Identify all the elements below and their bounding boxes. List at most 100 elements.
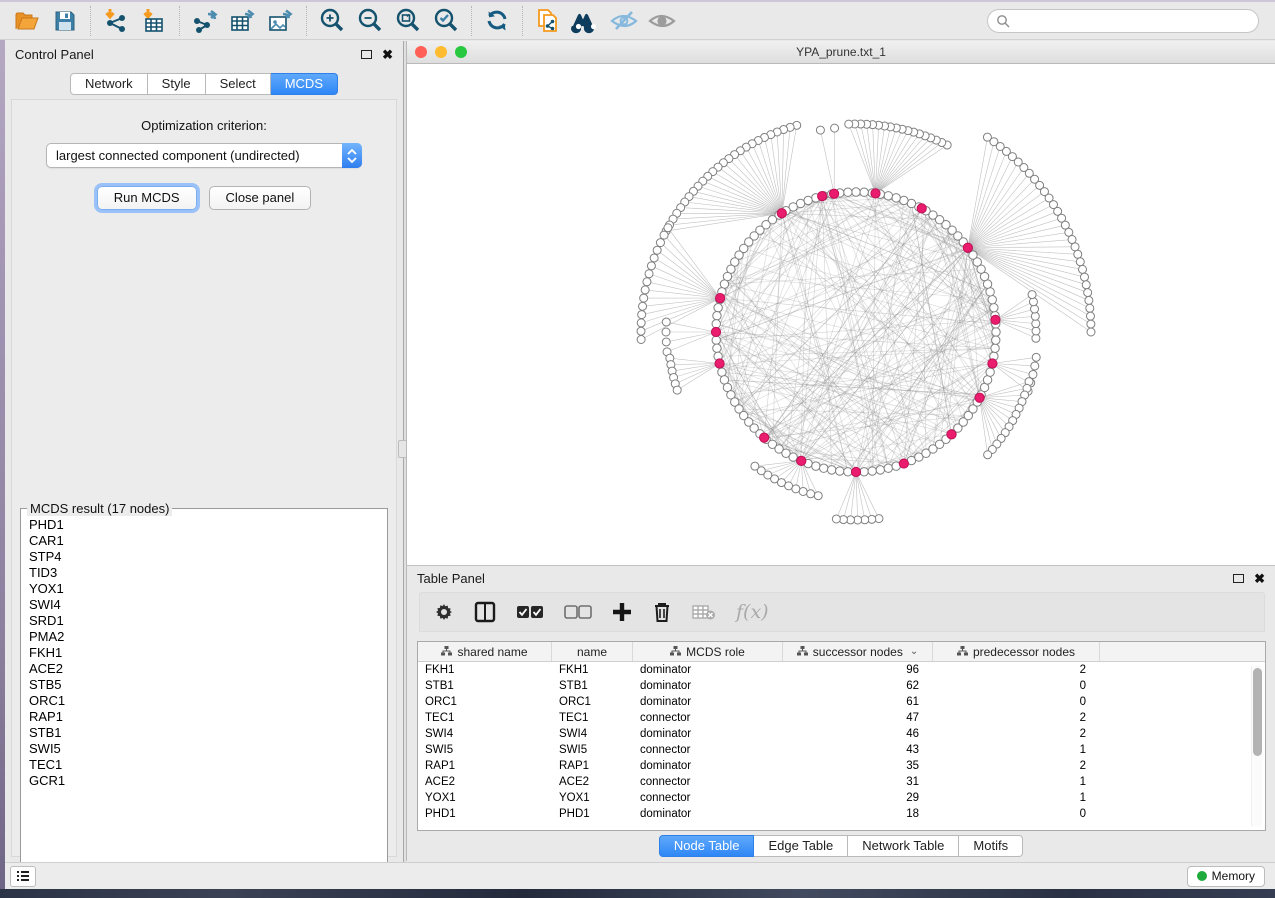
cell-name[interactable]: SWI4 [552,728,633,740]
table-row[interactable]: FKH1FKH1dominator962 [418,662,1265,678]
mcds-result-list[interactable]: PHD1CAR1STP4TID3YOX1SWI4SRD1PMA2FKH1ACE2… [29,517,383,875]
mcds-node[interactable] [988,359,997,368]
function-builder-icon[interactable]: f(x) [736,601,769,623]
tab-network[interactable]: Network [70,73,148,95]
table-row[interactable]: PHD1PHD1dominator180 [418,806,1265,822]
close-panel-icon[interactable]: ✖ [382,48,393,61]
refresh-icon[interactable] [478,5,516,37]
column-header-shared-name[interactable]: shared name [418,642,552,661]
graph-node[interactable] [884,464,892,472]
graph-node[interactable] [900,196,908,204]
graph-node[interactable] [1071,243,1079,251]
mcds-node[interactable] [963,243,972,252]
export-table-icon[interactable] [224,5,262,37]
mcds-result-item[interactable]: ACE2 [29,661,383,677]
deselect-checkboxes-icon[interactable] [564,605,592,619]
graph-node[interactable] [637,319,645,327]
gear-icon[interactable] [434,602,454,622]
cell-successor-nodes[interactable]: 18 [783,808,933,820]
memory-button[interactable]: Memory [1187,866,1265,887]
graph-node[interactable] [827,466,835,474]
graph-node[interactable] [647,262,655,270]
cell-shared-name[interactable]: YOX1 [418,792,552,804]
first-neighbors-icon[interactable] [567,5,605,37]
graph-node[interactable] [664,224,672,232]
table-tab-network-table[interactable]: Network Table [848,835,959,857]
mcds-result-item[interactable]: TID3 [29,565,383,581]
graph-node[interactable] [1080,273,1088,281]
graph-node[interactable] [1068,236,1076,244]
zoom-in-icon[interactable] [313,5,351,37]
cell-predecessor-nodes[interactable]: 2 [933,664,1100,676]
graph-node[interactable] [983,376,991,384]
cell-predecessor-nodes[interactable]: 1 [933,744,1100,756]
cell-name[interactable]: STB1 [552,680,633,692]
mcds-result-item[interactable]: YOX1 [29,581,383,597]
graph-node[interactable] [1087,328,1095,336]
graph-node[interactable] [986,368,994,376]
zoom-selected-icon[interactable] [427,5,465,37]
graph-node[interactable] [1086,304,1094,312]
cell-MCDS-role[interactable]: dominator [633,680,783,692]
graph-node[interactable] [990,303,998,311]
column-header-MCDS-role[interactable]: MCDS role [633,642,783,661]
graph-node[interactable] [1086,312,1094,320]
cell-name[interactable]: YOX1 [552,792,633,804]
graph-node[interactable] [713,312,721,320]
graph-node[interactable] [641,286,649,294]
mcds-node[interactable] [829,189,838,198]
cell-predecessor-nodes[interactable]: 0 [933,696,1100,708]
cell-predecessor-nodes[interactable]: 2 [933,728,1100,740]
graph-node[interactable] [807,490,815,498]
mcds-node[interactable] [899,459,908,468]
graph-node[interactable] [1032,320,1040,328]
float-table-panel-icon[interactable] [1233,574,1244,583]
graph-node[interactable] [660,231,668,239]
cell-name[interactable]: TEC1 [552,712,633,724]
cell-name[interactable]: SWI5 [552,744,633,756]
cell-successor-nodes[interactable]: 61 [783,696,933,708]
cell-successor-nodes[interactable]: 31 [783,776,933,788]
cell-successor-nodes[interactable]: 46 [783,728,933,740]
cell-shared-name[interactable]: STB1 [418,680,552,692]
graph-node[interactable] [1085,296,1093,304]
export-image-icon[interactable] [262,5,300,37]
cell-predecessor-nodes[interactable]: 2 [933,712,1100,724]
graph-node[interactable] [988,296,996,304]
show-all-icon[interactable] [643,5,681,37]
tab-select[interactable]: Select [206,73,271,95]
mcds-result-item[interactable]: STP4 [29,549,383,565]
table-row[interactable]: RAP1RAP1dominator352 [418,758,1265,774]
graph-node[interactable] [643,278,651,286]
mcds-node[interactable] [715,359,724,368]
cell-predecessor-nodes[interactable]: 1 [933,792,1100,804]
table-row[interactable]: SWI5SWI5connector431 [418,742,1265,758]
mcds-result-item[interactable]: SWI5 [29,741,383,757]
hide-selected-icon[interactable] [605,5,643,37]
cell-name[interactable]: ACE2 [552,776,633,788]
graph-node[interactable] [876,466,884,474]
cell-MCDS-role[interactable]: dominator [633,696,783,708]
graph-node[interactable] [662,318,670,326]
float-panel-icon[interactable] [361,50,372,59]
cell-shared-name[interactable]: SWI4 [418,728,552,740]
scrollbar-thumb[interactable] [1253,668,1262,756]
mcds-result-item[interactable]: FKH1 [29,645,383,661]
close-table-panel-icon[interactable]: ✖ [1254,572,1265,585]
cell-name[interactable]: PHD1 [552,808,633,820]
graph-node[interactable] [820,464,828,472]
graph-node[interactable] [991,344,999,352]
graph-node[interactable] [814,492,822,500]
mcds-node[interactable] [991,315,1000,324]
mcds-result-item[interactable]: STB1 [29,725,383,741]
tab-style[interactable]: Style [148,73,206,95]
mcds-result-item[interactable]: RAP1 [29,709,383,725]
column-header-predecessor-nodes[interactable]: predecessor nodes [933,642,1100,661]
graph-node[interactable] [718,368,726,376]
search-input[interactable] [1014,14,1250,28]
cell-MCDS-role[interactable]: connector [633,792,783,804]
graph-node[interactable] [892,194,900,202]
mcds-node[interactable] [716,294,725,303]
criterion-select[interactable]: largest connected component (undirected) [46,143,362,168]
mcds-node[interactable] [917,204,926,213]
